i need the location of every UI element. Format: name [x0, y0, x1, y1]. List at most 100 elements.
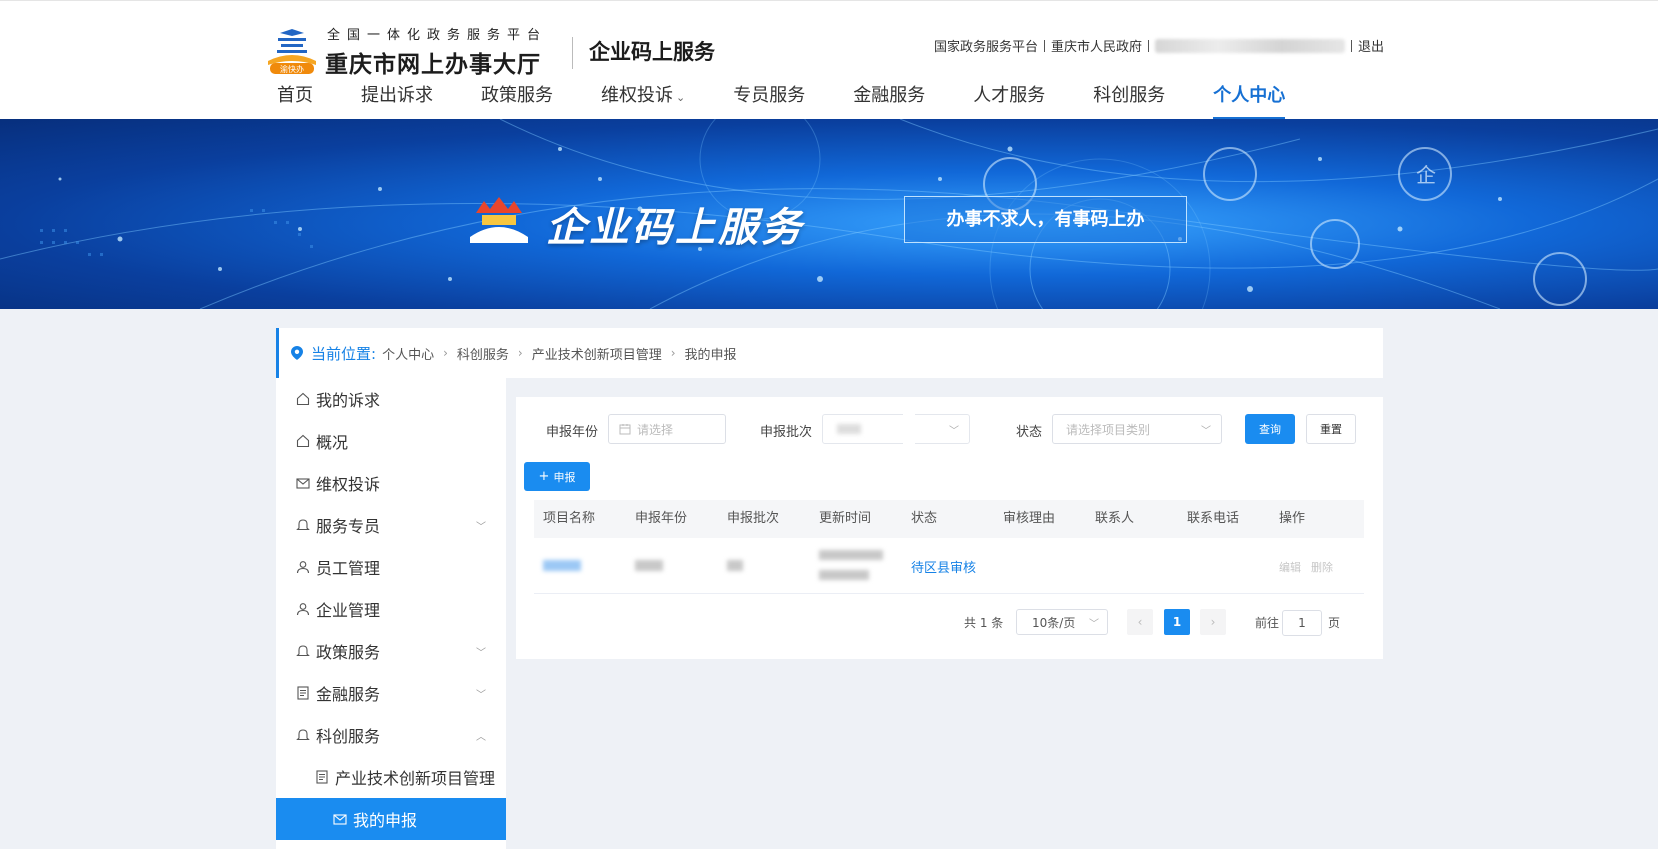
batch-filter-label: 申报批次: [760, 425, 813, 440]
sidebar-item-commissioner[interactable]: 服务专员 ﹀: [276, 504, 506, 546]
banner-emblem-icon: [470, 195, 528, 243]
nav-item-commissioner[interactable]: 专员服务: [733, 81, 805, 120]
column-header: 申报年份: [635, 511, 688, 526]
platform-title[interactable]: 重庆市网上办事大厅: [325, 45, 541, 79]
nav-item-talent[interactable]: 人才服务: [973, 81, 1045, 120]
sidebar-item-employees[interactable]: 员工管理: [276, 546, 506, 588]
column-header: 联系电话: [1187, 511, 1240, 526]
svg-text:企: 企: [1416, 163, 1436, 187]
nav-item-finance[interactable]: 金融服务: [853, 81, 925, 120]
batch-filter-select[interactable]: ﹀: [822, 414, 970, 444]
logo-divider: [572, 37, 573, 69]
year-filter-label: 申报年份: [546, 425, 599, 440]
prev-page-button[interactable]: ‹: [1127, 609, 1153, 635]
table-row: 待区县审核 编辑 删除: [534, 538, 1364, 594]
column-header: 操作: [1279, 511, 1306, 526]
link-chongqing-gov[interactable]: 重庆市人民政府: [1051, 36, 1142, 55]
nav-item-innovation[interactable]: 科创服务: [1093, 81, 1165, 120]
year-value-redacted: [635, 560, 663, 571]
breadcrumb-item[interactable]: 产业技术创新项目管理: [532, 344, 662, 363]
table-header: 项目名称 申报年份 申报批次 更新时间 状态 审核理由 联系人 联系电话 操作: [534, 500, 1364, 538]
sidebar-item-policy[interactable]: 政策服务 ﹀: [276, 630, 506, 672]
mail-icon: [333, 814, 347, 825]
nav-item-home[interactable]: 首页: [277, 81, 313, 120]
next-page-button[interactable]: ›: [1200, 609, 1226, 635]
nav-item-complaint[interactable]: 维权投诉 ⌄: [601, 81, 685, 120]
sidebar-item-enterprise[interactable]: 企业管理: [276, 588, 506, 630]
chevron-down-icon: ﹀: [476, 521, 486, 533]
enterprise-icon: 企: [1416, 163, 1436, 187]
bell-icon: [296, 729, 310, 741]
status-filter-select[interactable]: 请选择项目类别 ﹀: [1052, 414, 1222, 444]
chevron-up-icon: ︿: [476, 731, 486, 743]
user-icon: [296, 561, 310, 574]
sidebar-item-innovation[interactable]: 科创服务 ︿: [276, 714, 506, 756]
query-button[interactable]: 查询: [1245, 414, 1295, 444]
chevron-down-icon: ⌄: [676, 91, 686, 104]
document-icon: [297, 686, 309, 700]
sidebar-item-my-applications[interactable]: 我的申报: [276, 798, 506, 840]
chevron-down-icon: ﹀: [476, 689, 486, 701]
project-name-redacted[interactable]: [543, 560, 581, 571]
sidebar-item-finance[interactable]: 金融服务 ﹀: [276, 672, 506, 714]
link-separator: [1044, 39, 1046, 52]
link-separator: [1351, 39, 1353, 52]
chevron-down-icon: ﹀: [476, 647, 486, 659]
chevron-left-icon: ‹: [1137, 615, 1143, 629]
page-size-select[interactable]: 10条/页 ﹀: [1016, 609, 1108, 635]
header: 渝快办 全国一体化政务服务平台 重庆市网上办事大厅 企业码上服务 国家政务服务平…: [0, 0, 1658, 120]
breadcrumb-item[interactable]: 科创服务: [457, 344, 509, 363]
chevron-down-icon: ﹀: [949, 425, 959, 437]
sidebar-item-innovation-projects[interactable]: 产业技术创新项目管理: [276, 756, 506, 798]
batch-value-redacted: [727, 560, 743, 571]
service-title: 企业码上服务: [589, 40, 715, 64]
breadcrumb-label: 当前位置:: [311, 344, 377, 363]
chevron-right-icon: ›: [517, 346, 523, 360]
goto-page-input[interactable]: 1: [1282, 610, 1322, 636]
edit-link[interactable]: 编辑: [1279, 559, 1301, 575]
breadcrumb-item-current: 我的申报: [684, 347, 737, 363]
pagination-total: 共 1 条: [964, 616, 1004, 630]
home-icon: [296, 434, 310, 448]
sidebar-item-complaint[interactable]: 维权投诉: [276, 462, 506, 504]
status-filter-label: 状态: [1016, 425, 1043, 440]
nav-item-policy[interactable]: 政策服务: [481, 81, 553, 120]
platform-subtitle: 全国一体化政务服务平台: [327, 28, 548, 43]
breadcrumb-item[interactable]: 个人中心: [382, 344, 434, 363]
link-separator: [1148, 39, 1150, 52]
goto-label: 前往: [1255, 616, 1280, 630]
chevron-down-icon: ﹀: [1089, 618, 1099, 630]
column-header: 更新时间: [819, 511, 872, 526]
nav-item-submit-request[interactable]: 提出诉求: [361, 81, 433, 120]
calendar-icon: [619, 424, 631, 435]
column-header: 审核理由: [1003, 511, 1056, 526]
chevron-right-icon: ›: [1210, 615, 1216, 629]
status-badge: 待区县审核: [911, 561, 977, 576]
add-application-button[interactable]: + 申报: [524, 462, 590, 491]
sidebar-item-overview[interactable]: 概况: [276, 420, 506, 462]
chevron-right-icon: ›: [670, 346, 676, 360]
column-header: 项目名称: [543, 511, 596, 526]
banner-slogan: 办事不求人，有事码上办: [904, 196, 1187, 243]
link-national-platform[interactable]: 国家政务服务平台: [934, 36, 1038, 55]
delete-link[interactable]: 删除: [1311, 559, 1333, 575]
home-icon: [296, 392, 310, 406]
logout-link[interactable]: 退出: [1358, 36, 1384, 55]
page-number-current[interactable]: 1: [1164, 609, 1190, 635]
hero-banner: 企业码上服务 办事不求人，有事码上办 企: [0, 119, 1658, 309]
site-logo[interactable]: 渝快办: [266, 27, 318, 75]
year-filter-input[interactable]: 请选择: [608, 414, 726, 444]
reset-button[interactable]: 重置: [1306, 414, 1356, 444]
nav-item-personal-center[interactable]: 个人中心: [1213, 81, 1286, 120]
emblem-icon: 渝快办: [268, 29, 316, 74]
user-name-redacted: [1155, 38, 1346, 53]
mail-icon: [296, 478, 310, 489]
update-time-redacted: [819, 570, 869, 580]
update-time-redacted: [819, 550, 883, 560]
svg-text:渝快办: 渝快办: [280, 64, 304, 74]
column-header: 申报批次: [727, 511, 780, 526]
top-links: 国家政务服务平台 重庆市人民政府 退出: [934, 36, 1384, 55]
column-header: 联系人: [1095, 511, 1135, 526]
plus-icon: +: [538, 469, 550, 484]
sidebar-item-my-requests[interactable]: 我的诉求: [276, 378, 506, 420]
